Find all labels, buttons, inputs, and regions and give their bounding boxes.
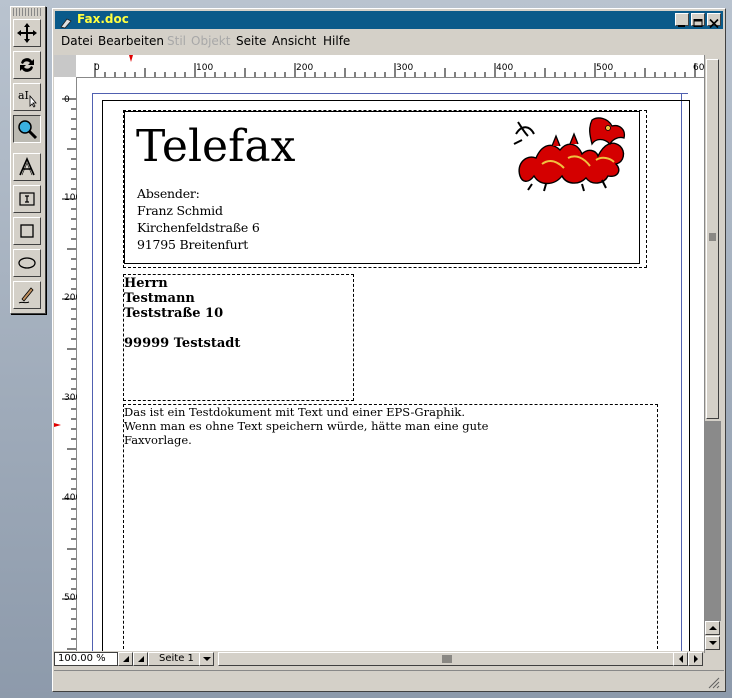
- ellipse-tool[interactable]: [13, 249, 41, 277]
- zoom-out-icon: [122, 656, 129, 662]
- recipient-line-1[interactable]: Herrn: [124, 276, 168, 291]
- vertical-scroll-track[interactable]: [705, 421, 721, 621]
- close-button[interactable]: [707, 13, 721, 29]
- resize-grip-icon[interactable]: [706, 675, 720, 689]
- body-text-frame[interactable]: [123, 404, 658, 654]
- rectangle-icon: [18, 222, 36, 240]
- menu-objekt[interactable]: Objekt: [191, 34, 230, 48]
- recipient-line-4[interactable]: 99999 Teststadt: [124, 336, 240, 351]
- body-line-1[interactable]: Das ist ein Testdokument mit Text und ei…: [124, 405, 465, 419]
- tools-palette: aI: [10, 6, 46, 314]
- rectangle-tool[interactable]: [13, 217, 41, 245]
- status-bar: [54, 670, 724, 691]
- text-a-icon: [17, 157, 37, 177]
- hruler-label: 60: [693, 63, 704, 73]
- ellipse-icon: [17, 254, 37, 272]
- minimize-icon: [678, 25, 685, 27]
- menu-datei[interactable]: Datei: [61, 34, 93, 48]
- close-icon: [709, 18, 719, 29]
- hruler-label: 100: [196, 63, 214, 73]
- vertical-ruler[interactable]: 0 100 200 300 400 500: [54, 77, 81, 653]
- chevron-down-icon: [202, 657, 211, 661]
- zoom-field[interactable]: 100.00 %: [54, 652, 118, 666]
- rotate-icon: [17, 55, 37, 75]
- margin-right: [681, 93, 682, 653]
- arrow-up-icon: [708, 626, 717, 630]
- telefax-heading[interactable]: Telefax: [136, 121, 295, 172]
- palette-grip[interactable]: [13, 8, 43, 16]
- zoom-tool[interactable]: [13, 115, 41, 143]
- magnifier-icon: [16, 118, 38, 140]
- sender-name[interactable]: Franz Schmid: [137, 203, 223, 218]
- arrow-left-icon: [678, 655, 683, 663]
- recipient-line-3[interactable]: Teststraße 10: [124, 306, 223, 321]
- scroll-grip-icon: [709, 233, 716, 241]
- dragon-graphic[interactable]: [512, 114, 630, 192]
- menu-bar: Datei Bearbeiten Stil Objekt Seite Ansic…: [55, 30, 723, 52]
- margin-left: [92, 93, 93, 653]
- arrow-right-icon: [693, 655, 698, 663]
- text-cursor-icon: aI: [16, 86, 38, 108]
- move-arrows-icon: [16, 22, 38, 44]
- hscroll-grip-icon: [442, 655, 452, 663]
- vertical-scrollbar[interactable]: [704, 55, 721, 653]
- bottom-bar: 100.00 % Seite 1: [54, 651, 704, 667]
- vertical-ruler-ticks: [54, 98, 76, 650]
- page-edge-left: [102, 100, 103, 653]
- scroll-up-button[interactable]: [705, 621, 720, 635]
- sender-label[interactable]: Absender:: [137, 186, 200, 201]
- recipient-line-2[interactable]: Testmann: [124, 291, 195, 306]
- horizontal-scrollbar[interactable]: [218, 652, 678, 666]
- freehand-tool[interactable]: [13, 281, 41, 309]
- title-bar[interactable]: Fax.doc: [55, 11, 723, 29]
- vertical-scroll-thumb[interactable]: [706, 59, 719, 419]
- dragon-icon: [513, 117, 626, 192]
- hruler-label: 200: [296, 63, 314, 73]
- hruler-label: 0: [94, 63, 100, 73]
- text-edit-tool[interactable]: aI: [13, 83, 41, 111]
- hruler-label: 300: [396, 63, 414, 73]
- ruler-corner: [54, 55, 76, 77]
- vruler-cursor-marker: [54, 423, 61, 427]
- zoom-out-button[interactable]: [118, 652, 133, 666]
- svg-text:aI: aI: [18, 89, 29, 102]
- page-edge-top: [102, 100, 690, 101]
- minimize-button[interactable]: [675, 13, 689, 27]
- menu-ansicht[interactable]: Ansicht: [272, 34, 316, 48]
- rotate-tool[interactable]: [13, 51, 41, 79]
- menu-seite[interactable]: Seite: [236, 34, 266, 48]
- text-frame-icon: [18, 190, 36, 208]
- text-art-tool[interactable]: [13, 153, 41, 181]
- text-frame-tool[interactable]: [13, 185, 41, 213]
- arrow-down-icon: [708, 641, 717, 645]
- margin-top: [92, 93, 688, 94]
- zoom-in-button[interactable]: [133, 652, 148, 666]
- maximize-icon: [693, 19, 703, 27]
- page-dropdown-button[interactable]: [199, 652, 214, 666]
- horizontal-ruler[interactable]: 0 100 200 300 400 500 60: [76, 55, 704, 78]
- page-edge-right: [689, 100, 690, 653]
- pen-icon: [17, 285, 37, 305]
- menu-hilfe[interactable]: Hilfe: [323, 34, 350, 48]
- scroll-left-button[interactable]: [673, 652, 688, 666]
- sender-city[interactable]: 91795 Breitenfurt: [137, 237, 248, 252]
- hruler-label: 400: [496, 63, 514, 73]
- hruler-label: 500: [596, 63, 614, 73]
- sender-street[interactable]: Kirchenfeldstraße 6: [137, 220, 260, 235]
- scroll-right-button[interactable]: [688, 652, 703, 666]
- menu-stil[interactable]: Stil: [167, 34, 186, 48]
- ruler-cursor-marker: [129, 55, 133, 62]
- body-line-3[interactable]: Faxvorlage.: [124, 433, 192, 447]
- zoom-in-icon: [137, 656, 144, 662]
- window-title: Fax.doc: [77, 12, 129, 26]
- menu-bearbeiten[interactable]: Bearbeiten: [98, 34, 164, 48]
- scroll-down-button[interactable]: [705, 636, 720, 650]
- move-tool[interactable]: [13, 19, 41, 47]
- body-line-2[interactable]: Wenn man es ohne Text speichern würde, h…: [124, 419, 488, 433]
- vruler-label: 0: [64, 95, 70, 105]
- maximize-button[interactable]: [691, 13, 705, 27]
